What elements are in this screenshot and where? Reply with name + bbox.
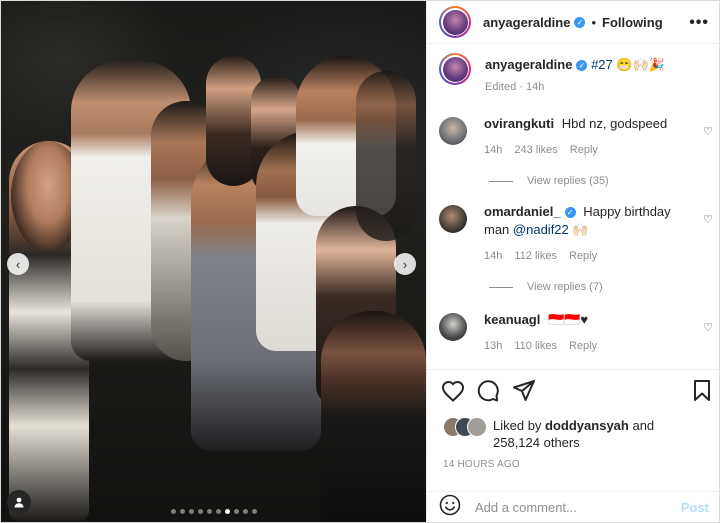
view-replies-button[interactable]: View replies (7) (489, 281, 719, 293)
carousel-next-button[interactable]: › (394, 253, 416, 275)
carousel-dot (206, 509, 212, 514)
verified-badge-icon: ✓ (574, 16, 586, 28)
commenter-avatar[interactable] (439, 205, 467, 233)
liked-by-prefix: Liked by (493, 418, 542, 433)
comment-emoji: 🙌🏻 (572, 222, 589, 237)
comment-age: 14h (484, 250, 503, 262)
comment-text: 🇮🇩🇮🇩♥ (547, 312, 589, 327)
author-username[interactable]: anyageraldine (483, 15, 570, 30)
verified-badge-icon: ✓ (576, 60, 588, 71)
commenter-avatar[interactable] (439, 117, 467, 145)
carousel-prev-button[interactable]: ‹ (7, 253, 29, 275)
bookmark-icon[interactable] (693, 380, 711, 407)
reply-button[interactable]: Reply (569, 250, 597, 262)
post-photo[interactable]: ‹ › (1, 1, 426, 522)
carousel-dot (242, 509, 248, 514)
carousel-dot (179, 509, 185, 514)
instagram-post: ‹ › anyageraldine ✓ • Following ••• anya… (0, 0, 720, 523)
carousel-dot (224, 509, 230, 514)
comment-item: keanuagl 🇮🇩🇮🇩♥ 13h 110 likes Reply ♡ (427, 311, 719, 355)
heart-icon[interactable] (441, 380, 465, 407)
comment-mention[interactable]: @nadif22 (513, 222, 569, 237)
caption: anyageraldine ✓ #27 😁🙌🏻🎉 Edited · 14h (427, 53, 719, 93)
comment-text: Hbd nz, godspeed (561, 116, 668, 131)
comment-item: omardaniel_ ✓ Happy birthday man @nadif22… (427, 203, 719, 265)
comment-input[interactable] (473, 498, 667, 516)
liked-by-others[interactable]: 258,124 others (493, 435, 580, 450)
liked-by-user[interactable]: doddyansyah (545, 418, 629, 433)
comment-likes[interactable]: 112 likes (514, 250, 557, 262)
post-timestamp[interactable]: 14 HOURS AGO (443, 459, 520, 470)
heart-icon[interactable]: ♡ (703, 321, 713, 334)
view-replies-label: View replies (7) (527, 281, 603, 293)
view-replies-button[interactable]: View replies (35) (489, 175, 719, 187)
more-options-icon[interactable]: ••• (689, 14, 709, 32)
commenter-username[interactable]: omardaniel_ (484, 204, 561, 219)
caption-username[interactable]: anyageraldine (485, 57, 572, 72)
post-actions (427, 369, 719, 410)
carousel-dot (197, 509, 203, 514)
comment-age: 13h (484, 340, 503, 352)
post-side-panel: anyageraldine ✓ • Following ••• anyagera… (426, 1, 719, 522)
heart-icon[interactable]: ♡ (703, 213, 713, 226)
chevron-left-icon: ‹ (15, 256, 21, 272)
view-replies-label: View replies (35) (527, 175, 609, 187)
liker-avatars (443, 417, 489, 437)
carousel-dot (251, 509, 257, 514)
header-separator: • (591, 14, 596, 30)
comment-likes[interactable]: 243 likes (514, 144, 557, 156)
share-icon[interactable] (513, 380, 535, 407)
post-header: anyageraldine ✓ • Following ••• (427, 1, 719, 44)
comment-item: ovirangkuti Hbd nz, godspeed 14h 243 like… (427, 115, 719, 159)
commenter-avatar[interactable] (439, 313, 467, 341)
caption-age: 14h (525, 81, 545, 93)
add-comment-bar: Post (427, 491, 719, 522)
reply-button[interactable]: Reply (569, 340, 597, 352)
liked-by-joiner: and (632, 418, 655, 433)
chevron-right-icon: › (402, 256, 408, 272)
emoji-icon[interactable] (439, 494, 461, 521)
comment-icon[interactable] (477, 380, 499, 407)
photo-figure (321, 311, 426, 522)
carousel-dot (215, 509, 221, 514)
edited-label: Edited (485, 81, 517, 93)
caption-text: #27 😁🙌🏻🎉 (591, 57, 665, 72)
verified-badge-icon: ✓ (564, 207, 576, 218)
comment-likes[interactable]: 110 likes (514, 340, 557, 352)
following-button[interactable]: Following (602, 15, 663, 30)
carousel-dot (170, 509, 176, 514)
carousel-dot (233, 509, 239, 514)
commenter-username[interactable]: ovirangkuti (484, 116, 554, 131)
heart-icon[interactable]: ♡ (703, 125, 713, 138)
author-avatar[interactable] (439, 6, 471, 38)
photo-figure (356, 71, 416, 241)
post-comment-button[interactable]: Post (681, 500, 709, 515)
comment-age: 14h (484, 144, 503, 156)
carousel-indicator (1, 509, 426, 514)
commenter-username[interactable]: keanuagl (484, 312, 540, 327)
reply-button[interactable]: Reply (570, 144, 598, 156)
comments-list[interactable]: anyageraldine ✓ #27 😁🙌🏻🎉 Edited · 14h ovi… (427, 53, 719, 369)
author-avatar[interactable] (439, 53, 471, 85)
likes-summary: Liked by doddyansyah and 258,124 others (443, 417, 654, 451)
carousel-dot (188, 509, 194, 514)
